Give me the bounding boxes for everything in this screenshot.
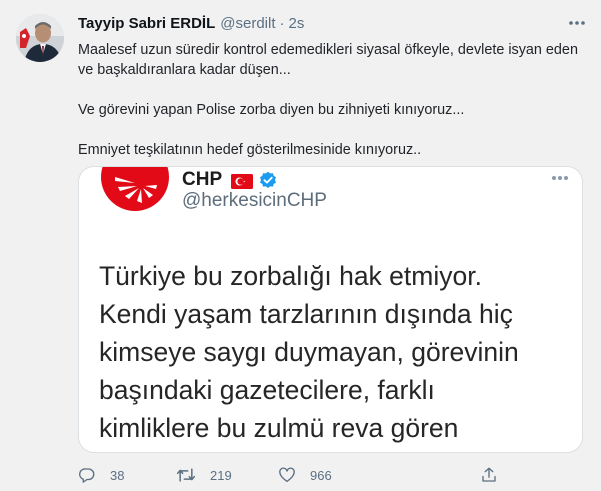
like-icon	[279, 467, 295, 483]
retweet-button[interactable]: 219	[176, 466, 232, 484]
tweet-paragraph: Ve görevini yapan Polise zorba diyen bu …	[78, 102, 465, 118]
retweet-icon	[176, 468, 196, 482]
reply-count: 38	[110, 467, 125, 483]
reply-icon	[78, 468, 95, 483]
like-button[interactable]: 966	[278, 466, 332, 484]
share-icon	[482, 467, 496, 482]
avatar[interactable]	[16, 14, 64, 62]
quoted-body-line: Kendi yaşam tarzlarının dışında hiç	[99, 299, 513, 329]
author-name[interactable]: Tayyip Sabri ERDİL	[78, 15, 215, 32]
quoted-body-line: başındaki gazetecilere, farklı	[99, 375, 435, 405]
share-button[interactable]	[480, 466, 498, 484]
quoted-tweet-card[interactable]: CHP @herkesicinCHP Türkiye bu zorbalığı …	[78, 166, 583, 453]
quoted-tweet-body: Türkiye bu zorbalığı hak etmiyor. Kendi …	[99, 257, 579, 447]
tweet-header: Tayyip Sabri ERDİL @serdilt · 2s	[78, 13, 304, 33]
author-handle[interactable]: @serdilt	[220, 15, 275, 32]
tweet-paragraph: Emniyet teşkilatının hedef gösterilmesin…	[78, 142, 422, 158]
quoted-body-line: kimliklere bu zulmü reva gören	[99, 413, 459, 443]
like-count: 966	[310, 467, 332, 483]
quoted-author-name[interactable]: CHP	[182, 169, 222, 191]
quoted-body-line: Türkiye bu zorbalığı hak etmiyor.	[99, 261, 482, 291]
separator-dot: ·	[279, 14, 285, 32]
quoted-body-line: kimseye saygı duymayan, görevinin	[99, 337, 519, 367]
turkey-flag-icon	[231, 173, 254, 189]
quoted-author-handle[interactable]: @herkesicinCHP	[182, 190, 327, 212]
tweet-timestamp[interactable]: 2s	[289, 15, 305, 32]
tweet-text: Maalesef uzun süredir kontrol edemedikle…	[78, 40, 583, 160]
action-bar: 38 219 966	[78, 466, 598, 486]
more-icon[interactable]	[548, 171, 572, 185]
tweet-paragraph: Maalesef uzun süredir kontrol edemedikle…	[78, 42, 578, 78]
quoted-author-row: CHP	[182, 169, 277, 191]
more-icon[interactable]	[565, 14, 589, 32]
reply-button[interactable]: 38	[78, 466, 124, 484]
chp-logo	[101, 167, 169, 219]
retweet-count: 219	[210, 467, 232, 483]
verified-icon	[259, 171, 277, 189]
